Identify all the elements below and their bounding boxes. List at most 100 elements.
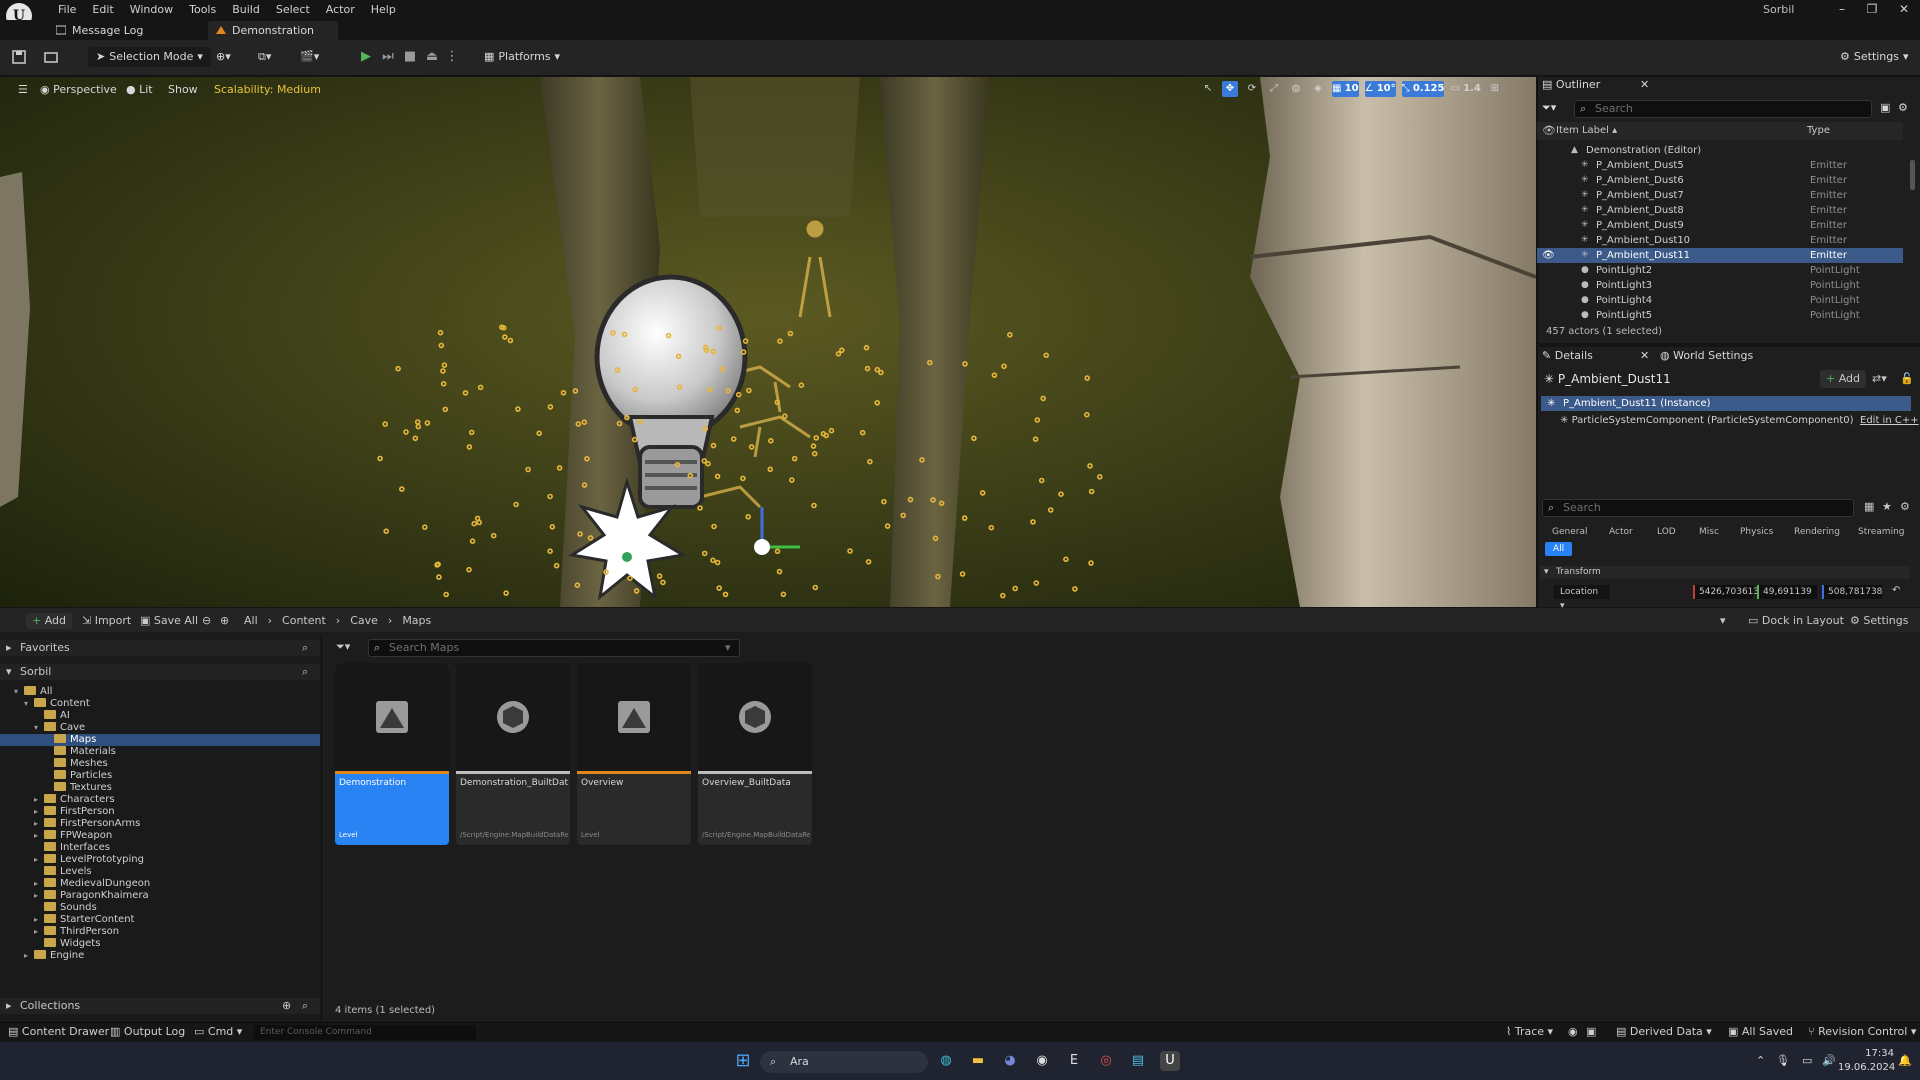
add-button[interactable]: + Add [26, 613, 73, 629]
folder-tree-item[interactable]: ▸ Engine [0, 950, 84, 962]
menu-build[interactable]: Build [224, 2, 268, 18]
location-x-input[interactable]: 5426,703613 [1693, 585, 1759, 599]
project-section[interactable]: ▾ Sorbil ⌕ [0, 664, 320, 680]
menu-edit[interactable]: Edit [84, 2, 121, 18]
table-view-icon[interactable]: ▦ [1864, 500, 1874, 513]
gear-icon[interactable]: ⚙ [1900, 500, 1910, 513]
dock-in-layout-button[interactable]: ▭ Dock in Layout [1748, 614, 1844, 627]
collections-section[interactable]: ▸ Collections ⊕ ⌕ [0, 998, 320, 1014]
search-icon[interactable]: ⌕ [302, 664, 308, 680]
search-maps-input[interactable]: ⌕ Search Maps ▾ [368, 639, 740, 657]
feedback-icon[interactable]: ▣ [1586, 1025, 1596, 1039]
network-icon[interactable]: ▭ [1802, 1054, 1812, 1067]
skip-icon[interactable]: ⏭ [380, 49, 396, 65]
reset-icon[interactable]: ↶ [1892, 585, 1900, 596]
menu-select[interactable]: Select [268, 2, 318, 18]
outliner-row[interactable]: ● PointLight2 PointLight [1537, 263, 1903, 278]
discord-icon[interactable]: ◕ [1000, 1051, 1020, 1071]
close-window-icon[interactable]: ✕ [1894, 2, 1914, 16]
notification-icon[interactable]: 🔔 [1898, 1054, 1912, 1067]
gear-icon[interactable]: ⚙ [1898, 99, 1908, 117]
outliner-row[interactable]: ✳ P_Ambient_Dust6 Emitter [1537, 173, 1903, 188]
folder-tree-item[interactable]: Materials [0, 746, 116, 758]
world-settings-tab[interactable]: ◍ World Settings [1660, 347, 1753, 365]
folder-tree-item[interactable]: Sounds [0, 902, 97, 914]
import-button[interactable]: ⇲ Import [82, 614, 131, 627]
category-physics[interactable]: Physics [1736, 525, 1777, 539]
outliner-tab[interactable]: ▤ Outliner [1542, 76, 1600, 94]
chevron-down-icon[interactable]: ▾ [1720, 614, 1726, 627]
outliner-row[interactable]: ✳ P_Ambient_Dust10 Emitter [1537, 233, 1903, 248]
more-options-icon[interactable]: ⋮ [444, 49, 460, 65]
blueprint-icon[interactable]: ⧉▾ [258, 47, 271, 67]
unreal-editor-icon[interactable]: U [1160, 1051, 1180, 1071]
content-drawer-button[interactable]: ▤ Content Drawer [8, 1025, 109, 1039]
breadcrumb-all[interactable]: All [244, 614, 258, 627]
details-tab[interactable]: ✎ Details [1542, 347, 1593, 365]
outliner-row[interactable]: ✳ P_Ambient_Dust9 Emitter [1537, 218, 1903, 233]
notepad-icon[interactable]: ▤ [1128, 1051, 1148, 1071]
folder-tree-item[interactable]: Widgets [0, 938, 100, 950]
surface-snap-icon[interactable]: ◈ [1310, 81, 1326, 97]
filter-icon[interactable]: ⏷▾ [336, 640, 350, 654]
menu-actor[interactable]: Actor [318, 2, 363, 18]
cinematics-icon[interactable]: 🎬▾ [300, 47, 319, 67]
column-item-label[interactable]: Item Label ▴ [1556, 125, 1617, 136]
folder-tree-item[interactable]: Levels [0, 866, 92, 878]
folder-tree-item[interactable]: ▸ ParagonKhaimera [0, 890, 149, 902]
outliner-row[interactable]: ● PointLight5 PointLight [1537, 308, 1903, 323]
outliner-row[interactable]: ✳ P_Ambient_Dust5 Emitter [1537, 158, 1903, 173]
category-lod[interactable]: LOD [1653, 525, 1680, 539]
blueprint-icon[interactable]: ⇄▾ [1872, 372, 1887, 385]
star-icon[interactable]: ★ [1882, 500, 1892, 513]
folder-tree-item[interactable]: ▾ Cave [0, 722, 85, 734]
browse-icon[interactable] [44, 47, 58, 67]
folder-tree-item[interactable]: Interfaces [0, 842, 110, 854]
breadcrumb-maps[interactable]: Maps [402, 614, 431, 627]
github-icon[interactable]: ◉ [1032, 1051, 1052, 1071]
add-collection-icon[interactable]: ⊕ [282, 998, 291, 1014]
lock-icon[interactable]: 🔓 [1900, 372, 1914, 385]
cb-settings-button[interactable]: ⚙ Settings [1850, 614, 1909, 627]
restore-icon[interactable]: ❐ [1862, 2, 1882, 16]
selection-mode-button[interactable]: ➤ Selection Mode ▾ [88, 47, 211, 67]
history-back-icon[interactable]: ⊖ [202, 614, 211, 627]
history-forward-icon[interactable]: ⊕ [220, 614, 229, 627]
breadcrumb-content[interactable]: Content [282, 614, 326, 627]
search-icon[interactable]: ⌕ [302, 998, 308, 1014]
chrome-icon[interactable]: ◎ [1096, 1051, 1116, 1071]
eye-icon[interactable]: 👁 [1542, 248, 1555, 263]
menu-file[interactable]: File [50, 2, 84, 18]
folder-tree-item[interactable]: ▾ All [0, 686, 52, 698]
eject-icon[interactable]: ⏏ [424, 49, 440, 65]
revision-control-button[interactable]: ⑂ Revision Control ▾ [1808, 1025, 1916, 1039]
folder-tree-item[interactable]: Meshes [0, 758, 108, 770]
asset-tile[interactable]: Overview_BuiltData/Script/Engine.MapBuil… [698, 663, 812, 845]
close-tab-icon[interactable]: ✕ [1640, 76, 1649, 94]
cmd-dropdown[interactable]: ▭ Cmd ▾ [194, 1025, 242, 1039]
save-icon[interactable] [12, 47, 26, 67]
folder-tree-item[interactable]: ▸ FPWeapon [0, 830, 112, 842]
rotate-icon[interactable]: ⟳ [1244, 81, 1260, 97]
search-icon[interactable]: ⌕ [302, 640, 308, 656]
tab-demonstration[interactable]: Demonstration [208, 21, 338, 40]
outliner-row[interactable]: ✳ P_Ambient_Dust7 Emitter [1537, 188, 1903, 203]
close-tab-icon[interactable]: ✕ [1640, 347, 1649, 365]
outliner-row[interactable]: ✳ P_Ambient_Dust8 Emitter [1537, 203, 1903, 218]
scale-icon[interactable]: ⤢ [1266, 81, 1282, 97]
volume-icon[interactable]: 🔊 [1822, 1054, 1836, 1067]
category-streaming[interactable]: Streaming [1854, 525, 1908, 539]
microphone-icon[interactable]: 🎙 [1776, 1054, 1790, 1067]
outliner-row[interactable]: ● PointLight4 PointLight [1537, 293, 1903, 308]
tab-message-log[interactable]: Message Log [48, 21, 154, 40]
camera-speed-button[interactable]: ▭ 1.4 [1450, 81, 1480, 97]
category-all[interactable]: All [1545, 542, 1573, 556]
record-icon[interactable]: ◉ [1568, 1025, 1578, 1039]
console-input[interactable]: Enter Console Command [254, 1025, 476, 1040]
folder-tree-item[interactable]: ▸ FirstPerson [0, 806, 115, 818]
grid-snap-button[interactable]: ▦ 10 [1332, 81, 1359, 97]
menu-help[interactable]: Help [363, 2, 404, 18]
outliner-scrollbar[interactable] [1910, 160, 1915, 190]
viewport-menu-icon[interactable]: ☰ [14, 82, 32, 98]
all-saved-button[interactable]: ▣ All Saved [1728, 1025, 1793, 1039]
